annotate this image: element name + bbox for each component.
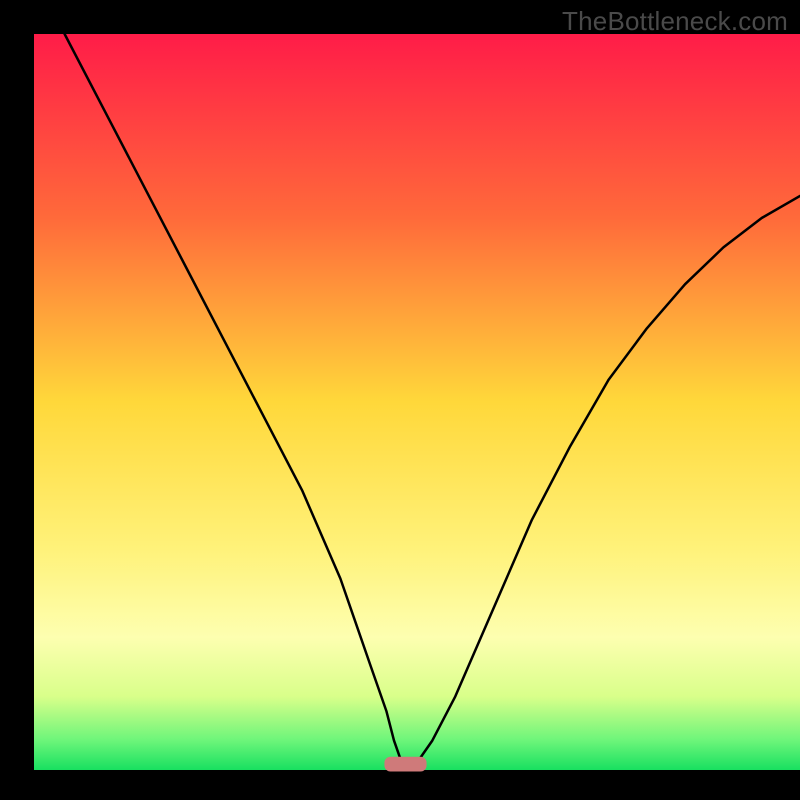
bottleneck-chart (0, 0, 800, 800)
minimum-marker (384, 757, 426, 772)
plot-background (34, 34, 800, 770)
chart-frame: TheBottleneck.com (0, 0, 800, 800)
